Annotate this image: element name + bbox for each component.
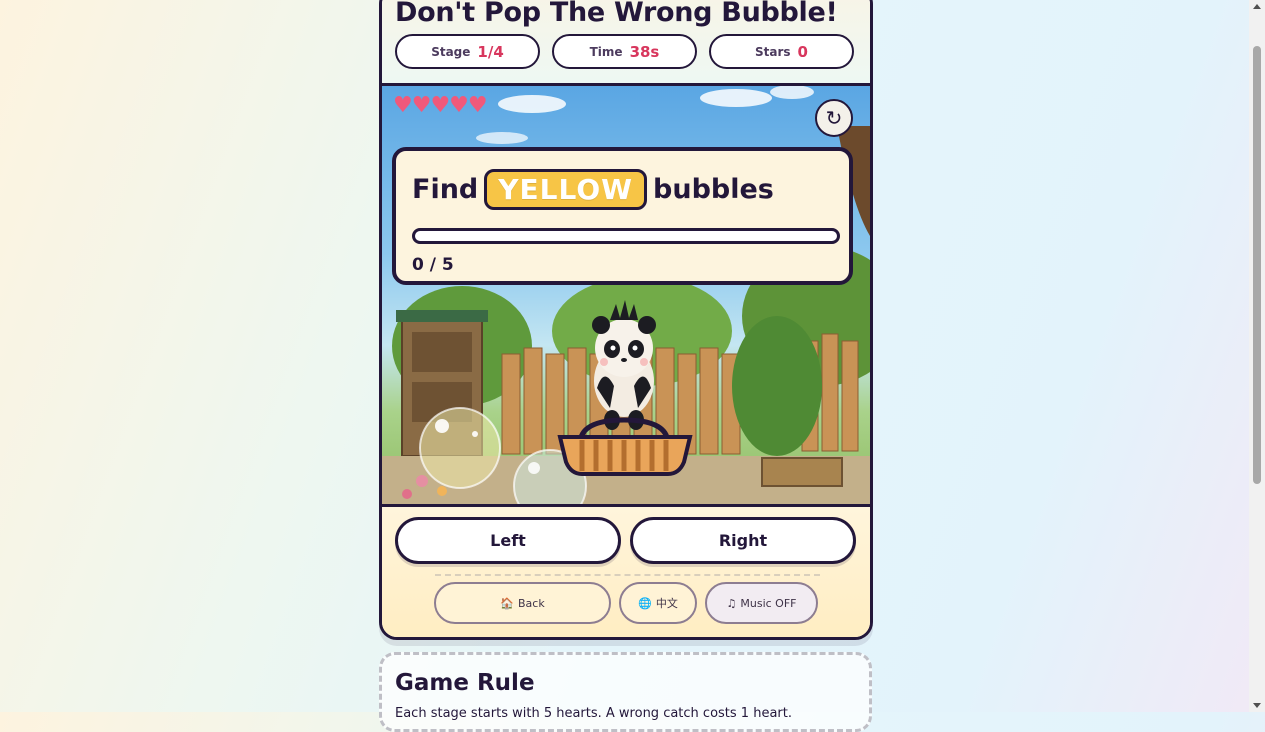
game-rule-card: Game Rule Each stage starts with 5 heart… [379,652,872,732]
stage-label: Stage [431,44,471,59]
restart-button[interactable]: ↻ [815,99,853,137]
refresh-icon: ↻ [825,106,843,130]
game-rule-text: Each stage starts with 5 hearts. A wrong… [395,706,792,721]
left-button[interactable]: Left [395,517,621,564]
back-label: Back [517,596,545,610]
right-button[interactable]: Right [630,517,856,564]
task-suffix: bubbles [653,174,774,205]
game-card: Don't Pop The Wrong Bubble! Stage 1/4 Ti… [379,0,873,640]
scroll-down-arrow-icon[interactable] [1253,703,1261,708]
stage-value: 1/4 [477,42,504,61]
stars-pill: Stars 0 [709,34,854,69]
target-color-badge: YELLOW [484,169,648,210]
task-panel: Find YELLOW bubbles 0 / 5 [392,147,853,285]
back-button[interactable]: 🏠 Back [434,582,611,624]
time-value: 38s [629,42,660,61]
progress-count: 0 / 5 [412,255,454,275]
controls-panel: Left Right 🏠 Back 🌐 中文 ♫ Music OFF [382,504,870,637]
controls-divider [435,574,820,576]
language-label: 中文 [655,597,678,610]
task-instruction: Find YELLOW bubbles [412,169,774,210]
time-pill: Time 38s [552,34,697,69]
progress-bar [412,228,840,244]
music-toggle-button[interactable]: ♫ Music OFF [705,582,818,624]
language-button[interactable]: 🌐 中文 [619,582,697,624]
stars-label: Stars [755,44,791,59]
game-rule-title: Game Rule [395,670,535,696]
page-scrollbar[interactable] [1249,0,1265,712]
scrollbar-thumb[interactable] [1253,46,1261,484]
task-prefix: Find [412,174,479,205]
globe-icon: 🌐 [638,596,652,610]
music-note-icon: ♫ [726,596,737,610]
scroll-up-arrow-icon[interactable] [1253,4,1261,9]
music-label: Music OFF [740,596,797,610]
lives-hearts-icon: ♥♥♥♥♥ [393,93,488,118]
home-icon: 🏠 [500,596,514,610]
game-header: Don't Pop The Wrong Bubble! Stage 1/4 Ti… [382,0,870,86]
stage-pill: Stage 1/4 [395,34,540,69]
time-label: Time [589,44,623,59]
stars-value: 0 [797,42,808,61]
game-scene[interactable]: ♥♥♥♥♥ ↻ Find YELLOW bubbles 0 / 5 [382,86,870,504]
game-title: Don't Pop The Wrong Bubble! [395,0,838,28]
